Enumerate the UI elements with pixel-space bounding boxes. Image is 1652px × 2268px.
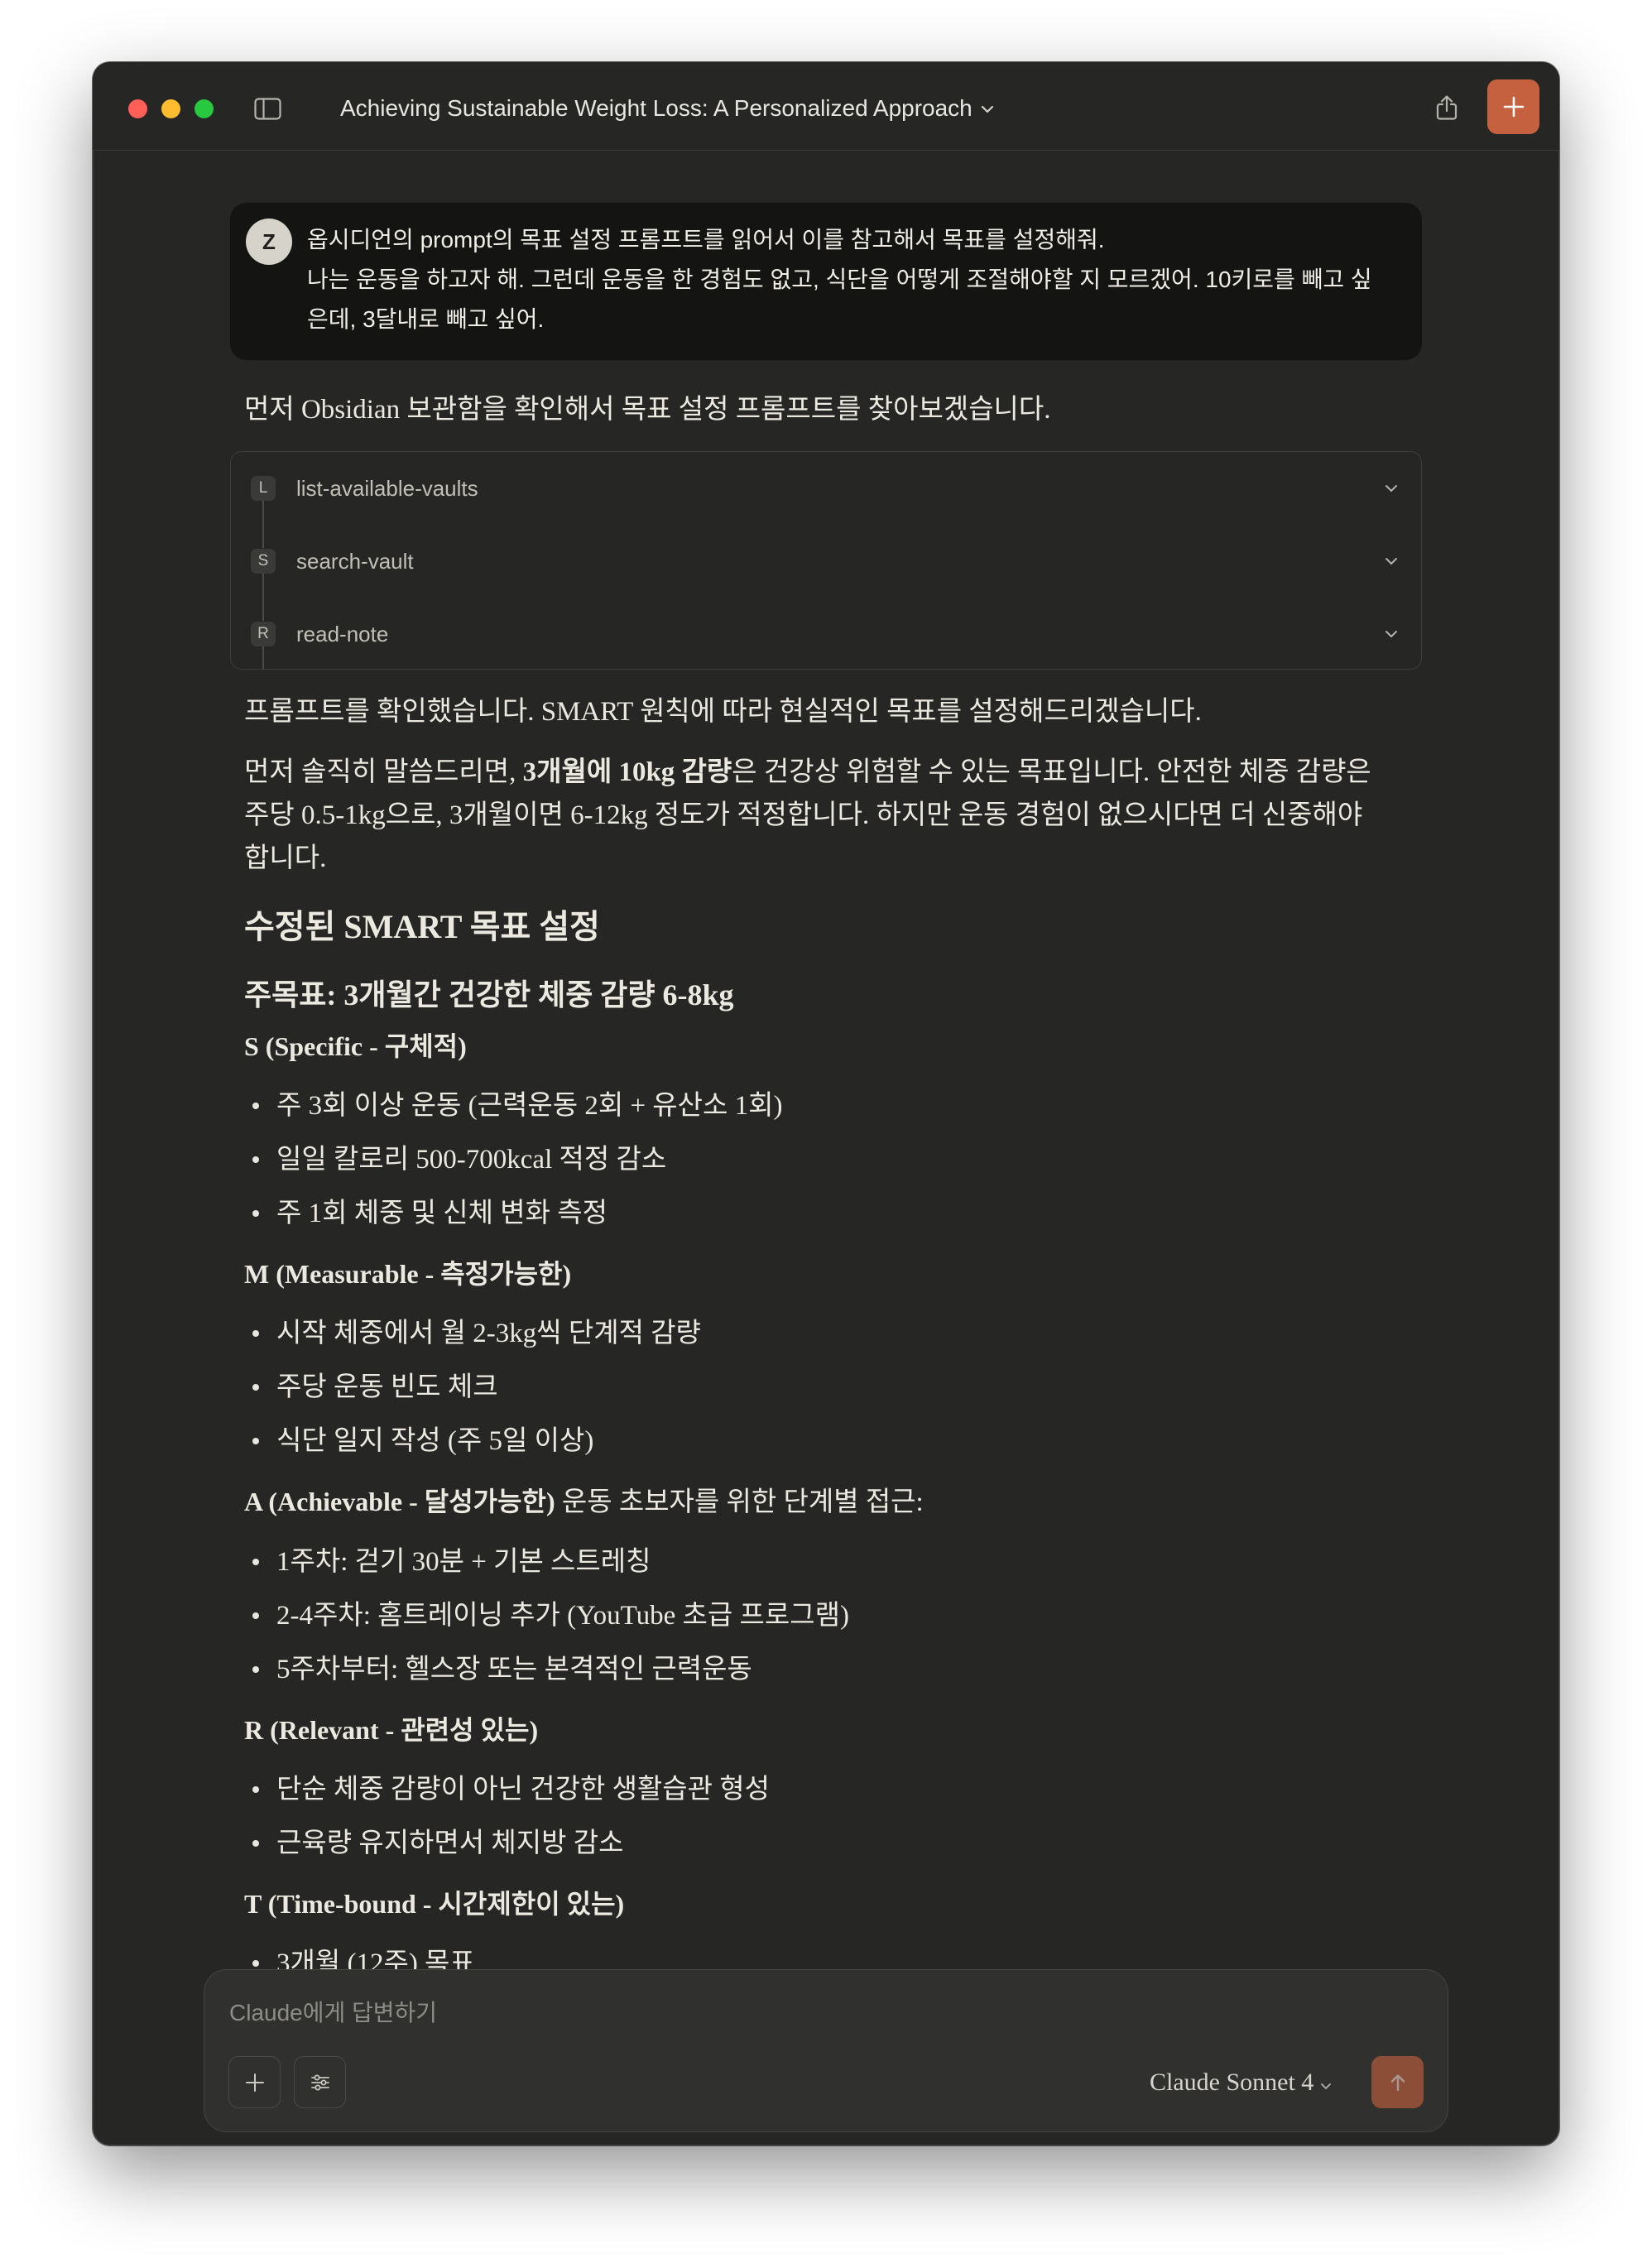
- reply-composer: Claude Sonnet 4: [204, 1969, 1448, 2132]
- new-chat-button[interactable]: [1487, 79, 1539, 134]
- reply-input[interactable]: [229, 1995, 1421, 2031]
- section-title: A (Achievable - 달성가능한): [244, 1487, 555, 1516]
- message-column: Z 옵시디언의 prompt의 목표 설정 프롬프트를 읽어서 이를 참고해서 …: [230, 203, 1422, 1985]
- list-item: 식단 일지 작성 (주 5일 이상): [252, 1420, 1389, 1463]
- tool-name: list-available-vaults: [296, 476, 478, 501]
- list-item: 2-4주차: 홈트레이닝 추가 (YouTube 초급 프로그램): [252, 1594, 1389, 1637]
- tool-badge: S: [251, 549, 276, 574]
- list-item: 일일 칼로리 500-700kcal 적정 감소: [252, 1138, 1389, 1181]
- list-item: 1주차: 걷기 30분 + 기본 스트레칭: [252, 1540, 1389, 1583]
- tools-button[interactable]: [294, 2056, 346, 2108]
- tool-call-read-note[interactable]: R read-note: [231, 598, 1421, 670]
- connector-line: [262, 574, 264, 621]
- plus-icon: [1503, 96, 1524, 118]
- share-icon[interactable]: [1434, 94, 1459, 121]
- app-window: Achieving Sustainable Weight Loss: A Per…: [93, 62, 1559, 2145]
- connector-line: [262, 501, 264, 548]
- tool-badge: L: [251, 476, 276, 501]
- chevron-down-icon: [1320, 2069, 1332, 2097]
- title-bar: Achieving Sustainable Weight Loss: A Per…: [93, 62, 1559, 151]
- close-window-button[interactable]: [128, 99, 147, 118]
- arrow-up-icon: [1390, 2073, 1405, 2091]
- section-title: S (Specific - 구체적): [244, 1031, 467, 1061]
- avatar: Z: [246, 219, 292, 265]
- user-message: Z 옵시디언의 prompt의 목표 설정 프롬프트를 읽어서 이를 참고해서 …: [230, 203, 1422, 360]
- chevron-down-icon[interactable]: [1385, 484, 1398, 493]
- tool-call-list-available-vaults[interactable]: L list-available-vaults: [231, 452, 1421, 525]
- list-item: 근육량 유지하면서 체지방 감소: [252, 1822, 1389, 1865]
- bullet-list: 주 3회 이상 운동 (근력운동 2회 + 유산소 1회) 일일 칼로리 500…: [230, 1084, 1422, 1235]
- user-message-line: 나는 운동을 하고자 해. 그런데 운동을 한 경험도 없고, 식단을 어떻게 …: [307, 267, 1372, 332]
- section-heading-measurable: M (Measurable - 측정가능한): [230, 1255, 1422, 1293]
- list-item: 단순 체중 감량이 아닌 건강한 생활습관 형성: [252, 1768, 1389, 1811]
- assistant-note: 먼저 솔직히 말씀드리면, 3개월에 10kg 감량은 건강상 위험할 수 있는…: [230, 751, 1422, 880]
- list-item: 주당 운동 빈도 체크: [252, 1366, 1389, 1409]
- attach-button[interactable]: [228, 2056, 281, 2108]
- note-bold-text: 3개월에 10kg 감량: [522, 757, 732, 787]
- model-selector[interactable]: Claude Sonnet 4: [1150, 2066, 1332, 2099]
- chevron-down-icon[interactable]: [1385, 557, 1398, 565]
- conversation-title: Achieving Sustainable Weight Loss: A Per…: [340, 95, 972, 121]
- note-text: 먼저 솔직히 말씀드리면,: [244, 757, 523, 787]
- list-item: 시작 체중에서 월 2-3kg씩 단계적 감량: [252, 1312, 1389, 1355]
- section-title: M (Measurable - 측정가능한): [244, 1259, 572, 1289]
- list-item: 5주차부터: 헬스장 또는 본격적인 근력운동: [252, 1648, 1389, 1691]
- tool-call-search-vault[interactable]: S search-vault: [231, 525, 1421, 598]
- section-title: R (Relevant - 관련성 있는): [244, 1715, 539, 1745]
- assistant-confirm: 프롬프트를 확인했습니다. SMART 원칙에 따라 현실적인 목표를 설정해드…: [244, 697, 1202, 727]
- section-suffix: 운동 초보자를 위한 단계별 접근:: [555, 1487, 924, 1517]
- tool-badge: R: [251, 622, 276, 646]
- tool-name: read-note: [296, 622, 389, 646]
- sidebar-icon[interactable]: [254, 98, 281, 120]
- tool-calls-panel: L list-available-vaults S search-vault R…: [230, 451, 1422, 670]
- goal-subheading: 주목표: 3개월간 건강한 체중 감량 6-8kg: [244, 978, 734, 1011]
- response-heading: 수정된 SMART 목표 설정: [244, 908, 600, 945]
- list-item: 주 1회 체중 및 신체 변화 측정: [252, 1192, 1389, 1235]
- section-heading-relevant: R (Relevant - 관련성 있는): [230, 1711, 1422, 1749]
- sliders-icon: [310, 2074, 329, 2090]
- bullet-list: 시작 체중에서 월 2-3kg씩 단계적 감량 주당 운동 빈도 체크 식단 일…: [230, 1312, 1422, 1463]
- connector-line: [262, 646, 264, 670]
- conversation-title-menu[interactable]: Achieving Sustainable Weight Loss: A Per…: [340, 92, 994, 125]
- section-heading-achievable: A (Achievable - 달성가능한) 운동 초보자를 위한 단계별 접근…: [230, 1482, 1422, 1521]
- model-name: Claude Sonnet 4: [1150, 2069, 1314, 2096]
- bullet-list: 1주차: 걷기 30분 + 기본 스트레칭 2-4주차: 홈트레이닝 추가 (Y…: [230, 1540, 1422, 1691]
- chevron-down-icon[interactable]: [1385, 630, 1398, 638]
- chat-scroll-area[interactable]: Z 옵시디언의 prompt의 목표 설정 프롬프트를 읽어서 이를 참고해서 …: [93, 151, 1559, 2145]
- section-heading-time-bound: T (Time-bound - 시간제한이 있는): [230, 1885, 1422, 1923]
- tool-name: search-vault: [296, 549, 414, 574]
- plus-icon: [245, 2073, 264, 2092]
- chevron-down-icon: [981, 105, 994, 113]
- bullet-list: 단순 체중 감량이 아닌 건강한 생활습관 형성 근육량 유지하면서 체지방 감…: [230, 1768, 1422, 1865]
- zoom-window-button[interactable]: [194, 99, 214, 118]
- assistant-intro: 먼저 Obsidian 보관함을 확인해서 목표 설정 프롬프트를 찾아보겠습니…: [244, 395, 1051, 425]
- minimize-window-button[interactable]: [161, 99, 180, 118]
- user-message-line: 옵시디언의 prompt의 목표 설정 프롬프트를 읽어서 이를 참고해서 목표…: [307, 227, 1105, 252]
- section-heading-specific: S (Specific - 구체적): [230, 1027, 1422, 1065]
- section-title: T (Time-bound - 시간제한이 있는): [244, 1889, 625, 1919]
- list-item: 주 3회 이상 운동 (근력운동 2회 + 유산소 1회): [252, 1084, 1389, 1127]
- send-button[interactable]: [1371, 2056, 1424, 2108]
